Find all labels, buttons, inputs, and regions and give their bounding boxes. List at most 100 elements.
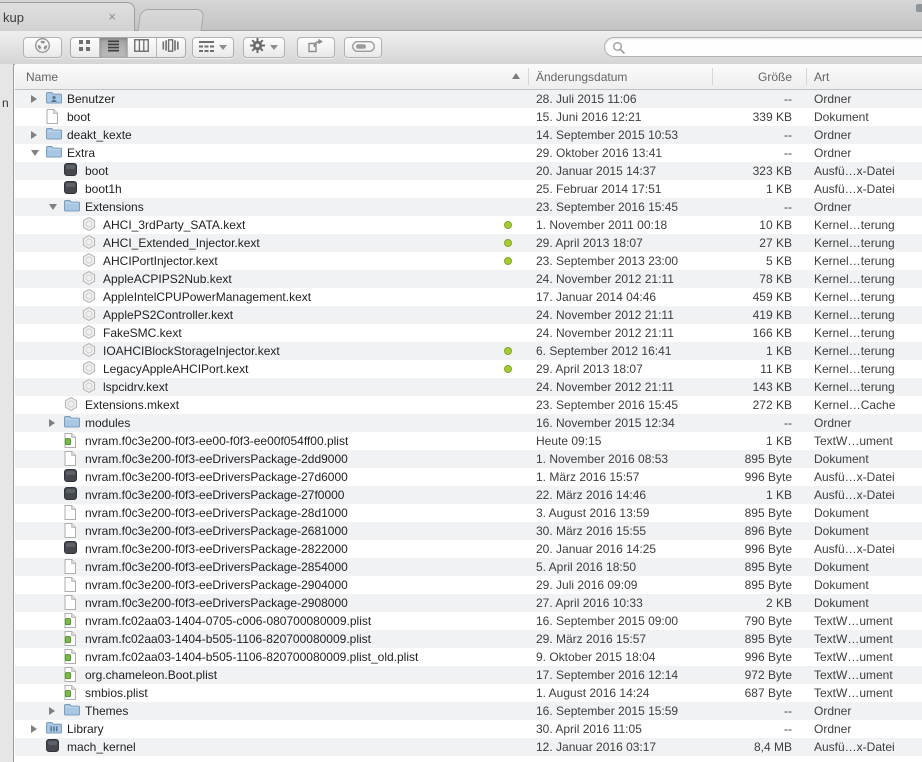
file-size: 78 KB <box>680 272 792 286</box>
search-field[interactable] <box>604 37 922 57</box>
file-name: nvram.f0c3e200-f0f3-eeDriversPackage-27f… <box>85 488 344 502</box>
table-row[interactable]: boot1h 25. Februar 2014 17:51 1 KB Ausfü… <box>15 180 922 198</box>
file-kind: Ausfü…x-Datei <box>814 164 895 178</box>
column-header-date[interactable]: Änderungsdatum <box>536 70 627 84</box>
file-size: -- <box>680 722 792 736</box>
table-row[interactable]: nvram.f0c3e200-f0f3-eeDriversPackage-28d… <box>15 504 922 522</box>
column-header-kind[interactable]: Art <box>814 70 829 84</box>
file-size: 790 Byte <box>680 614 792 628</box>
file-name: nvram.fc02aa03-1404-0705-c006-0807000800… <box>85 614 371 628</box>
file-kind: TextW…ument <box>814 668 893 682</box>
view-grid-button[interactable] <box>71 38 100 57</box>
table-row[interactable]: IOAHCIBlockStorageInjector.kext 6. Septe… <box>15 342 922 360</box>
file-date: 3. August 2016 13:59 <box>536 506 649 520</box>
tags-button[interactable] <box>344 37 382 58</box>
table-row[interactable]: mach_kernel 12. Januar 2016 03:17 8,4 MB… <box>15 738 922 756</box>
file-kind: TextW…ument <box>814 632 893 646</box>
table-row[interactable]: AHCI_3rdParty_SATA.kext 1. November 2011… <box>15 216 922 234</box>
file-name: boot1h <box>85 182 122 196</box>
table-row[interactable]: nvram.f0c3e200-f0f3-eeDriversPackage-290… <box>15 576 922 594</box>
table-row[interactable]: FakeSMC.kext 24. November 2012 21:11 166… <box>15 324 922 342</box>
file-date: 29. April 2013 18:07 <box>536 362 643 376</box>
active-tab[interactable]: kup × <box>0 2 135 31</box>
disclosure-triangle[interactable] <box>49 204 57 210</box>
table-row[interactable]: nvram.fc02aa03-1404-0705-c006-0807000800… <box>15 612 922 630</box>
table-row[interactable]: AppleIntelCPUPowerManagement.kext 17. Ja… <box>15 288 922 306</box>
column-divider[interactable] <box>528 68 529 85</box>
sidebar-sliver[interactable]: n <box>0 64 14 762</box>
table-row[interactable]: smbios.plist 1. August 2016 14:24 687 By… <box>15 684 922 702</box>
table-row[interactable]: nvram.f0c3e200-f0f3-eeDriversPackage-2dd… <box>15 450 922 468</box>
table-row[interactable]: AHCIPortInjector.kext 23. September 2013… <box>15 252 922 270</box>
sort-ascending-icon <box>512 73 520 79</box>
file-kind: TextW…ument <box>814 650 893 664</box>
file-kind: Ausfü…x-Datei <box>814 542 895 556</box>
view-columns-button[interactable] <box>128 38 157 57</box>
table-row[interactable]: ApplePS2Controller.kext 24. November 201… <box>15 306 922 324</box>
table-row[interactable]: Extra 29. Oktober 2016 13:41 -- Ordner <box>15 144 922 162</box>
table-row[interactable]: LegacyAppleAHCIPort.kext 29. April 2013 … <box>15 360 922 378</box>
table-row[interactable]: nvram.fc02aa03-1404-b505-1106-8207000800… <box>15 648 922 666</box>
arrange-menu-button[interactable] <box>192 37 234 58</box>
table-row[interactable]: Extensions.mkext 23. September 2016 15:4… <box>15 396 922 414</box>
tab-stub[interactable] <box>137 9 204 32</box>
file-date: 16. November 2015 12:34 <box>536 416 675 430</box>
table-row[interactable]: boot 15. Juni 2016 12:21 339 KB Dokument <box>15 108 922 126</box>
file-name: nvram.f0c3e200-f0f3-eeDriversPackage-28d… <box>85 506 348 520</box>
share-button[interactable] <box>297 37 335 58</box>
file-size: 166 KB <box>680 326 792 340</box>
table-row[interactable]: boot 20. Januar 2015 14:37 323 KB Ausfü…… <box>15 162 922 180</box>
list-view-icon <box>107 39 120 57</box>
exec-icon <box>64 163 80 179</box>
view-coverflow-button[interactable] <box>157 38 185 57</box>
column-divider[interactable] <box>712 68 713 85</box>
column-divider[interactable] <box>806 68 807 85</box>
disclosure-triangle[interactable] <box>31 725 37 733</box>
content-area: Name Änderungsdatum Größe Art Benutzer 2… <box>15 64 922 762</box>
view-list-button[interactable] <box>100 38 129 57</box>
disclosure-triangle[interactable] <box>49 419 55 427</box>
column-header-size[interactable]: Größe <box>690 70 792 84</box>
table-row[interactable]: nvram.f0c3e200-f0f3-eeDriversPackage-290… <box>15 594 922 612</box>
table-row[interactable]: deakt_kexte 14. September 2015 10:53 -- … <box>15 126 922 144</box>
table-row[interactable]: AppleACPIPS2Nub.kext 24. November 2012 2… <box>15 270 922 288</box>
file-kind: Ausfü…x-Datei <box>814 488 895 502</box>
disclosure-triangle[interactable] <box>31 131 37 139</box>
table-row[interactable]: Library 30. April 2016 11:05 -- Ordner <box>15 720 922 738</box>
tab-close-icon[interactable]: × <box>108 9 116 24</box>
file-name: ApplePS2Controller.kext <box>103 308 233 322</box>
table-row[interactable]: nvram.f0c3e200-f0f3-eeDriversPackage-285… <box>15 558 922 576</box>
table-row[interactable]: AHCI_Extended_Injector.kext 29. April 20… <box>15 234 922 252</box>
table-row[interactable]: nvram.f0c3e200-f0f3-eeDriversPackage-282… <box>15 540 922 558</box>
doc-icon <box>64 577 80 593</box>
column-header-name[interactable]: Name <box>26 70 58 84</box>
file-kind: Kernel…terung <box>814 308 895 322</box>
table-row[interactable]: Benutzer 28. Juli 2015 11:06 -- Ordner <box>15 90 922 108</box>
file-kind: Kernel…terung <box>814 290 895 304</box>
table-row[interactable]: nvram.f0c3e200-f0f3-eeDriversPackage-268… <box>15 522 922 540</box>
table-row[interactable]: nvram.f0c3e200-f0f3-eeDriversPackage-27d… <box>15 468 922 486</box>
search-input[interactable] <box>629 39 922 57</box>
table-row[interactable]: modules 16. November 2015 12:34 -- Ordne… <box>15 414 922 432</box>
plist-icon <box>64 685 80 701</box>
file-date: 1. November 2011 00:18 <box>536 218 667 232</box>
table-row[interactable]: nvram.f0c3e200-f0f3-ee00-f0f3-ee00f054ff… <box>15 432 922 450</box>
table-row[interactable]: lspcidrv.kext 24. November 2012 21:11 14… <box>15 378 922 396</box>
file-name: nvram.f0c3e200-f0f3-eeDriversPackage-27d… <box>85 470 348 484</box>
burn-button[interactable] <box>23 37 62 58</box>
file-list: Benutzer 28. Juli 2015 11:06 -- Ordner b… <box>15 90 922 762</box>
table-row[interactable]: org.chameleon.Boot.plist 17. September 2… <box>15 666 922 684</box>
file-kind: Dokument <box>814 578 869 592</box>
disclosure-triangle[interactable] <box>49 707 55 715</box>
table-row[interactable]: nvram.f0c3e200-f0f3-eeDriversPackage-27f… <box>15 486 922 504</box>
file-name: AppleIntelCPUPowerManagement.kext <box>103 290 311 304</box>
table-row[interactable]: Extensions 23. September 2016 15:45 -- O… <box>15 198 922 216</box>
table-row[interactable]: Themes 16. September 2015 15:59 -- Ordne… <box>15 702 922 720</box>
disclosure-triangle[interactable] <box>31 95 37 103</box>
search-icon <box>612 41 625 54</box>
disclosure-triangle[interactable] <box>31 150 39 156</box>
file-kind: Dokument <box>814 506 869 520</box>
action-menu-button[interactable] <box>243 37 285 58</box>
file-kind: Kernel…terung <box>814 326 895 340</box>
table-row[interactable]: nvram.fc02aa03-1404-b505-1106-8207000800… <box>15 630 922 648</box>
